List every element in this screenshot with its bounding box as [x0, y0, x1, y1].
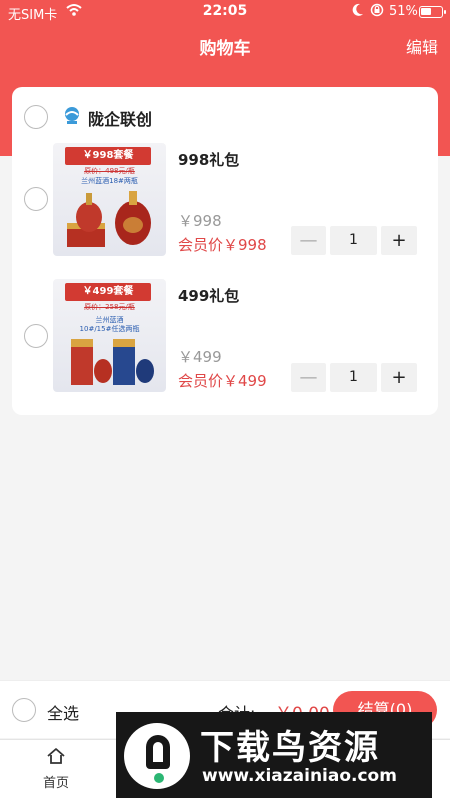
select-all-label[interactable]: 全选: [47, 700, 79, 724]
cart-store-card: 陇企联创 ￥998套餐 原价：498元/瓶 兰州蓝酒18#两瓶 998礼包 ￥9…: [12, 87, 438, 415]
increase-button[interactable]: +: [381, 363, 417, 392]
product-name[interactable]: 998礼包: [178, 149, 239, 170]
member-price: 会员价￥998: [178, 236, 267, 254]
decrease-button[interactable]: —: [291, 363, 326, 392]
home-icon: [47, 748, 65, 764]
store-select-radio[interactable]: [24, 105, 48, 129]
product-image[interactable]: ￥998套餐 原价：498元/瓶 兰州蓝酒18#两瓶: [53, 143, 166, 256]
quantity-input[interactable]: 1: [330, 363, 377, 392]
liquor-bottles-icon: [71, 339, 154, 385]
product-price: ￥499: [178, 348, 222, 366]
product-name[interactable]: 499礼包: [178, 285, 239, 306]
status-bar: 无SIM卡 22:05 51%: [0, 0, 450, 24]
battery-percent: 51%: [389, 4, 418, 19]
product-price: ￥998: [178, 212, 222, 230]
watermark-brand: 下载鸟资源: [200, 728, 380, 768]
increase-button[interactable]: +: [381, 226, 417, 255]
quantity-stepper: — 1 +: [291, 363, 417, 392]
watermark-logo-icon: [124, 723, 190, 789]
rotation-lock-icon: [370, 3, 384, 21]
liquor-bottles-icon: [67, 191, 151, 247]
select-all-radio[interactable]: [12, 698, 36, 722]
quantity-stepper: — 1 +: [291, 226, 417, 255]
decrease-button[interactable]: —: [291, 226, 326, 255]
store-name: 陇企联创: [88, 110, 153, 129]
moon-icon: [352, 3, 364, 21]
tab-home-label: 首页: [42, 776, 69, 791]
battery-icon: [419, 6, 446, 18]
watermark-url: www.xiazainiao.com: [202, 766, 397, 786]
quantity-input[interactable]: 1: [330, 226, 377, 255]
item-select-radio[interactable]: [24, 324, 48, 348]
store-logo-icon: [62, 105, 82, 125]
item-select-radio[interactable]: [24, 187, 48, 211]
member-price: 会员价￥499: [178, 372, 267, 390]
edit-button[interactable]: 编辑: [406, 34, 438, 58]
tab-home[interactable]: 首页: [30, 746, 82, 791]
watermark-overlay: 下载鸟资源 www.xiazainiao.com: [116, 712, 432, 798]
product-image[interactable]: ￥499套餐 原价：258元/瓶 兰州蓝酒 10#/15#任选两瓶: [53, 279, 166, 392]
page-title: 购物车: [199, 39, 251, 59]
